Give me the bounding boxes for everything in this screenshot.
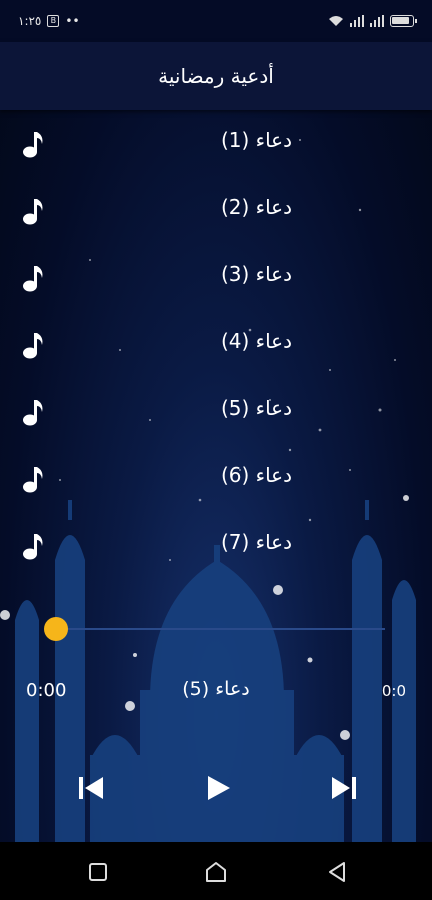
skip-previous-icon[interactable]: [76, 772, 106, 804]
seek-bar-track[interactable]: [55, 628, 385, 630]
skip-next-icon[interactable]: [329, 772, 359, 804]
list-item[interactable]: دعاء (6): [0, 445, 432, 512]
list-item[interactable]: دعاء (5): [0, 378, 432, 445]
battery-fill: [392, 17, 409, 24]
status-time: ١:٢٥: [18, 14, 42, 28]
page-title: أدعية رمضانية: [158, 64, 274, 88]
list-item-label: دعاء (3): [220, 262, 292, 286]
signal-icon-2: [370, 15, 384, 27]
list-item-label: دعاء (5): [220, 396, 292, 420]
music-note-icon: [23, 467, 43, 493]
status-right: [328, 15, 417, 27]
status-dots: ••: [65, 14, 80, 28]
seek-bar-thumb[interactable]: [44, 617, 68, 641]
app-bar: أدعية رمضانية: [0, 42, 432, 110]
list-item-label: دعاء (7): [220, 530, 292, 554]
music-note-icon: [23, 199, 43, 225]
music-note-icon: [23, 333, 43, 359]
total-time: 0:0: [381, 682, 406, 700]
music-note-icon: [23, 534, 43, 560]
system-nav-bar: [0, 842, 432, 900]
wifi-icon: [329, 16, 343, 26]
duaa-list: دعاء (1) دعاء (2) دعاء (3) دعاء (4) دعاء…: [0, 110, 432, 579]
recents-square-icon[interactable]: [86, 860, 110, 884]
music-note-icon: [23, 132, 43, 158]
back-triangle-icon[interactable]: [325, 860, 349, 884]
list-item[interactable]: دعاء (1): [0, 110, 432, 177]
list-item[interactable]: دعاء (4): [0, 311, 432, 378]
list-item-label: دعاء (1): [220, 128, 292, 152]
music-note-icon: [23, 400, 43, 426]
now-playing-title: دعاء (5): [182, 678, 250, 700]
list-item-label: دعاء (6): [220, 463, 292, 487]
list-item-label: دعاء (4): [220, 329, 292, 353]
status-left: ١:٢٥ B ••: [18, 14, 80, 28]
status-bar: ١:٢٥ B ••: [0, 0, 432, 42]
home-icon[interactable]: [204, 860, 228, 884]
sim-badge-icon: B: [47, 15, 60, 27]
list-item-label: دعاء (2): [220, 195, 292, 219]
list-item[interactable]: دعاء (2): [0, 177, 432, 244]
list-item[interactable]: دعاء (3): [0, 244, 432, 311]
music-note-icon: [23, 266, 43, 292]
battery-icon: [390, 15, 417, 27]
play-icon[interactable]: [203, 772, 233, 804]
list-item[interactable]: دعاء (7): [0, 512, 432, 579]
signal-icon: [350, 15, 364, 27]
